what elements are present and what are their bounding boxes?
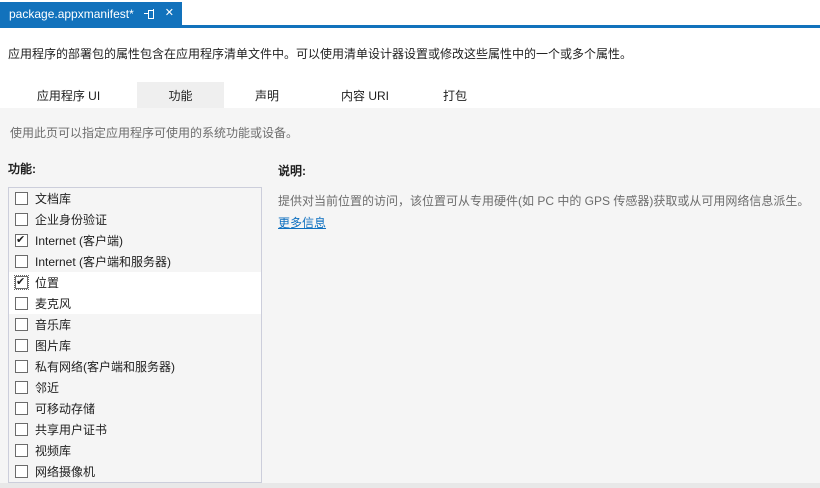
capability-row[interactable]: 位置 — [9, 272, 261, 293]
nav-tab-1[interactable]: 功能 — [137, 82, 224, 108]
nav-tab-label: 内容 URI — [340, 88, 389, 103]
capability-row[interactable]: Internet (客户端) — [9, 230, 261, 251]
nav-tab-4[interactable]: 打包 — [420, 82, 490, 108]
capability-label: 文档库 — [35, 192, 72, 206]
capability-label: 邻近 — [35, 381, 60, 395]
page-hint: 使用此页可以指定应用程序可使用的系统功能或设备。 — [10, 126, 299, 140]
capability-row[interactable]: Internet (客户端和服务器) — [9, 251, 261, 272]
capability-row[interactable]: 网络摄像机 — [9, 461, 261, 482]
nav-tab-label: 打包 — [442, 88, 467, 103]
capability-label: 共享用户证书 — [35, 423, 108, 437]
nav-tabs: 应用程序 UI 功能 声明 内容 URI 打包 — [0, 82, 820, 108]
capability-label: 网络摄像机 — [35, 465, 96, 479]
nav-tab-2[interactable]: 声明 — [224, 82, 310, 108]
capability-label: 视频库 — [35, 444, 72, 458]
capability-checkbox[interactable] — [15, 339, 28, 352]
description-label: 说明: — [278, 164, 306, 178]
capability-label: Internet (客户端) — [35, 234, 124, 248]
capability-label: 可移动存储 — [35, 402, 96, 416]
capability-row[interactable]: 音乐库 — [9, 314, 261, 335]
nav-tab-0[interactable]: 应用程序 UI — [0, 82, 137, 108]
capability-checkbox[interactable] — [15, 213, 28, 226]
capability-row[interactable]: 邻近 — [9, 377, 261, 398]
capability-checkbox[interactable] — [15, 402, 28, 415]
capability-checkbox[interactable] — [15, 381, 28, 394]
capability-label: Internet (客户端和服务器) — [35, 255, 172, 269]
pin-icon[interactable] — [143, 8, 156, 20]
capability-row[interactable]: 文档库 — [9, 188, 261, 209]
intro-text: 应用程序的部署包的属性包含在应用程序清单文件中。可以使用清单设计器设置或修改这些… — [8, 47, 633, 61]
capability-label: 音乐库 — [35, 318, 72, 332]
horizontal-scrollbar[interactable] — [0, 483, 820, 488]
capability-row[interactable]: 视频库 — [9, 440, 261, 461]
capability-label: 私有网络(客户端和服务器) — [35, 360, 175, 374]
content-area: 使用此页可以指定应用程序可使用的系统功能或设备。 功能: 文档库 企业身份验证 … — [0, 108, 820, 488]
nav-tab-label: 声明 — [254, 88, 279, 103]
capability-checkbox[interactable] — [15, 233, 28, 247]
capability-checkbox[interactable] — [15, 297, 28, 310]
capabilities-list: 文档库 企业身份验证 Internet (客户端) Internet (客户端和… — [8, 187, 262, 483]
nav-tab-3[interactable]: 内容 URI — [310, 82, 420, 108]
document-tab[interactable]: package.appxmanifest* ✕ — [0, 2, 182, 25]
capability-checkbox[interactable] — [15, 255, 28, 268]
capability-checkbox[interactable] — [15, 465, 28, 478]
capability-checkbox[interactable] — [15, 192, 28, 205]
document-tab-underline — [0, 25, 820, 28]
more-info-link[interactable]: 更多信息 — [278, 214, 326, 231]
nav-tab-label: 应用程序 UI — [36, 88, 101, 103]
capability-row[interactable]: 共享用户证书 — [9, 419, 261, 440]
capability-row[interactable]: 私有网络(客户端和服务器) — [9, 356, 261, 377]
description-text: 提供对当前位置的访问，该位置可从专用硬件(如 PC 中的 GPS 传感器)获取或… — [278, 194, 810, 208]
capabilities-label: 功能: — [8, 162, 36, 176]
close-icon[interactable]: ✕ — [165, 8, 174, 19]
capability-checkbox[interactable] — [14, 275, 29, 290]
capability-checkbox[interactable] — [15, 360, 28, 373]
capability-row[interactable]: 可移动存储 — [9, 398, 261, 419]
document-tab-title: package.appxmanifest* — [9, 6, 134, 21]
capability-checkbox[interactable] — [15, 318, 28, 331]
nav-tab-label: 功能 — [168, 88, 193, 103]
capability-label: 麦克风 — [35, 297, 72, 311]
capability-row[interactable]: 图片库 — [9, 335, 261, 356]
capability-label: 位置 — [35, 276, 60, 290]
capability-checkbox[interactable] — [15, 423, 28, 436]
manifest-designer: package.appxmanifest* ✕ 应用程序的部署包的属性包含在应用… — [0, 0, 820, 488]
capability-checkbox[interactable] — [15, 444, 28, 457]
capability-label: 图片库 — [35, 339, 72, 353]
capability-row[interactable]: 企业身份验证 — [9, 209, 261, 230]
capability-row[interactable]: 麦克风 — [9, 293, 261, 314]
capability-label: 企业身份验证 — [35, 213, 108, 227]
